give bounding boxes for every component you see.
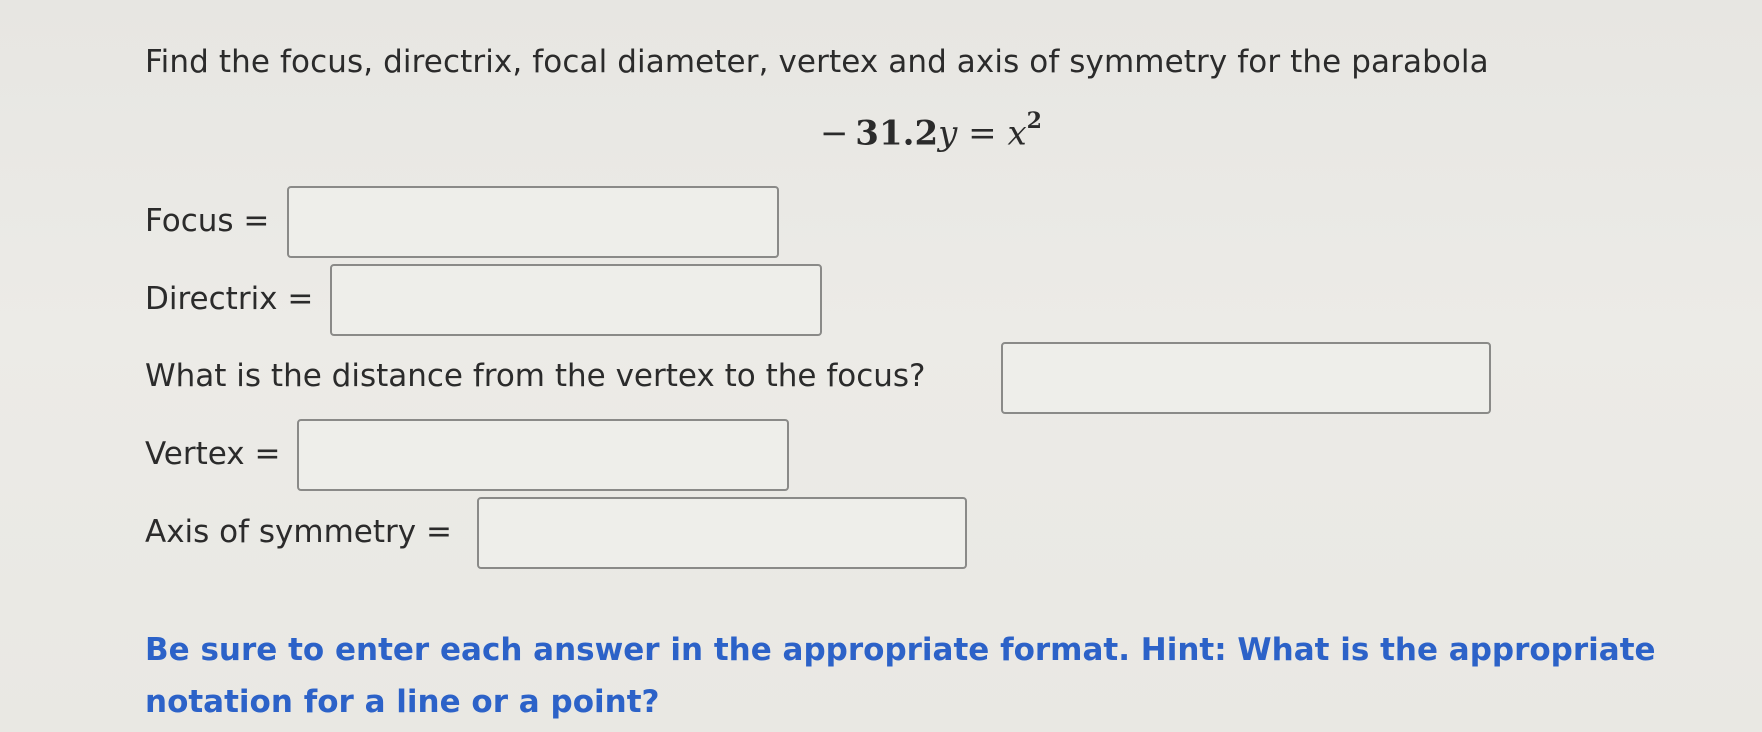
equation-sign: − bbox=[820, 113, 849, 154]
equation-rhs-variable: x bbox=[1007, 113, 1027, 154]
axis-of-symmetry-input[interactable] bbox=[477, 497, 967, 569]
distance-label: What is the distance from the vertex to … bbox=[145, 358, 926, 394]
format-hint: Be sure to enter each answer in the appr… bbox=[145, 632, 1656, 720]
vertex-input[interactable] bbox=[297, 419, 789, 491]
equation-equals: = bbox=[968, 113, 997, 154]
parabola-equation: − 31.2y = x2 bbox=[820, 108, 1042, 154]
equation-lhs-variable: y bbox=[938, 113, 958, 154]
vertex-label: Vertex = bbox=[145, 436, 281, 472]
question-text: Find the focus, directrix, focal diamete… bbox=[145, 44, 1489, 80]
focus-label: Focus = bbox=[145, 203, 270, 239]
directrix-label: Directrix = bbox=[145, 281, 314, 317]
distance-input[interactable] bbox=[1001, 342, 1491, 414]
equation-exponent: 2 bbox=[1026, 108, 1042, 134]
directrix-input[interactable] bbox=[330, 264, 822, 336]
axis-of-symmetry-label: Axis of symmetry = bbox=[145, 514, 452, 550]
equation-coefficient: 31.2 bbox=[855, 113, 939, 154]
focus-input[interactable] bbox=[287, 186, 779, 258]
problem-page: Find the focus, directrix, focal diamete… bbox=[0, 0, 1762, 732]
